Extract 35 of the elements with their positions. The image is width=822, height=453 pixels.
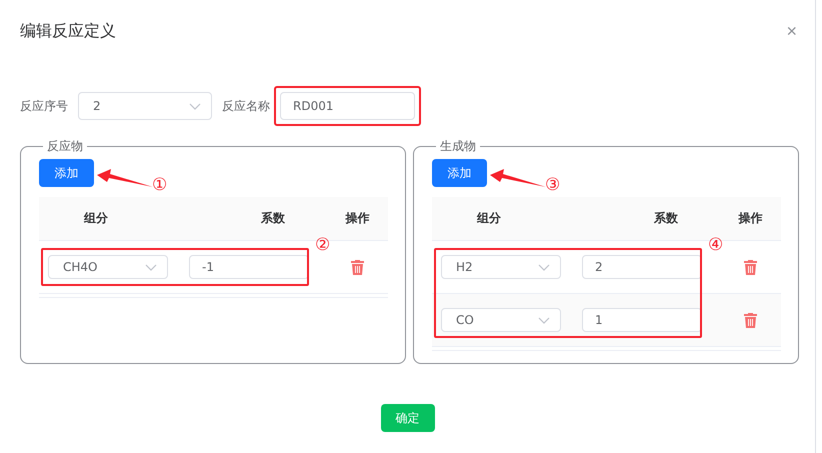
field-label: 反应序号 [20,98,68,114]
column-header: 组分 [476,210,502,227]
chevron-icon [189,102,201,110]
select-field[interactable]: CO [441,308,561,332]
annotation-arrow [97,169,153,189]
add-button[interactable]: 添加 [432,159,487,187]
annotation-number: ① [152,177,168,194]
annotation-number: ③ [545,177,560,194]
delete-icon[interactable] [744,312,757,328]
input-field[interactable]: 2 [582,255,702,279]
column-header: 系数 [260,210,286,227]
column-header: 系数 [653,210,679,227]
select-field[interactable]: H2 [441,255,561,279]
field-label: 反应名称 [222,98,270,114]
delete-icon[interactable] [351,260,364,274]
input-field[interactable]: RD001 [280,92,415,120]
select-field[interactable]: CH4O [48,255,168,279]
chevron-icon [538,264,550,270]
input-field[interactable]: 1 [582,308,702,332]
column-header: 操作 [344,210,370,227]
column-header: 组分 [82,210,109,227]
close-button[interactable]: × [786,22,797,40]
input-field[interactable]: -1 [189,255,309,279]
select-field[interactable]: 2 [78,92,212,120]
panel-legend: 反应物 [43,138,87,155]
chevron-icon [145,264,157,270]
annotation-number: ② [315,237,330,254]
add-button[interactable]: 添加 [39,159,94,187]
annotation-arrow [490,169,546,189]
chevron-icon [538,316,550,324]
annotation-number: ④ [708,237,724,254]
dialog-title: 编辑反应定义 [20,20,116,42]
panel-legend: 生成物 [436,138,480,155]
column-header: 操作 [737,210,764,227]
delete-icon[interactable] [744,260,757,274]
